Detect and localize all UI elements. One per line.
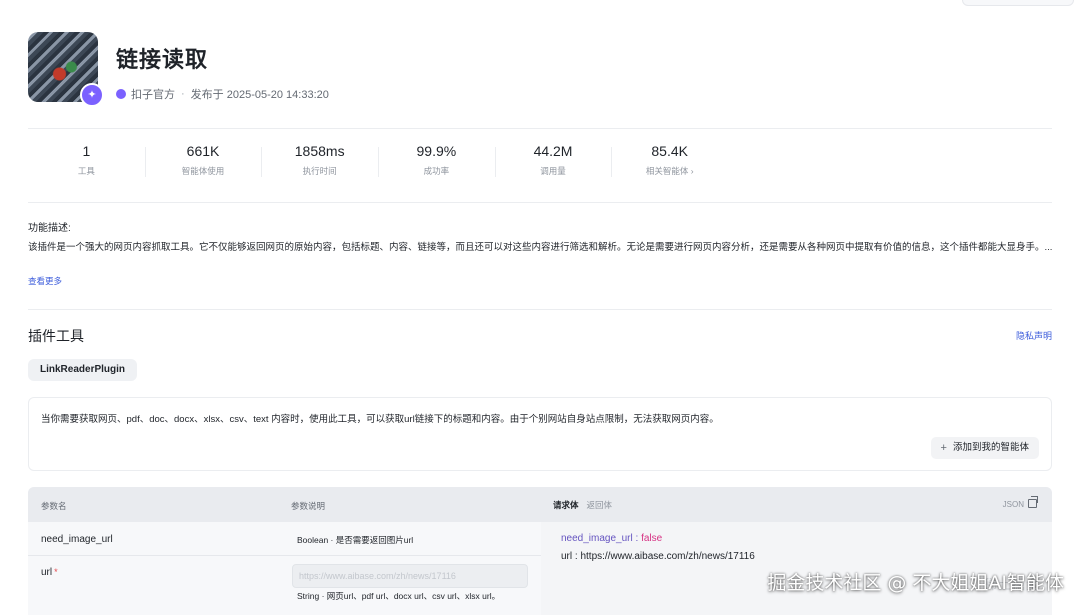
params-panel: 参数名 参数说明 请求体 返回体 JSON need_image_url Boo…	[28, 487, 1052, 615]
see-more-link[interactable]: 查看更多	[28, 275, 62, 287]
body-tabs: 请求体 返回体	[553, 499, 612, 511]
stat-value: 99.9%	[416, 143, 457, 159]
json-label: JSON	[1002, 500, 1024, 509]
stat-label: 智能体使用	[181, 166, 225, 176]
tool-card: 当你需要获取网页、pdf、doc、docx、xlsx、csv、text 内容时，…	[28, 397, 1052, 471]
param-name-need-image-url: need_image_url	[41, 534, 113, 545]
stat-value: 1	[82, 143, 91, 159]
json-value: false	[641, 533, 663, 544]
stat-label: 成功率	[423, 166, 450, 176]
column-header-name: 参数名	[41, 501, 67, 511]
plugin-title: 链接读取	[116, 47, 209, 72]
stat-agent-usage: 661K 智能体使用	[144, 143, 262, 177]
stat-value: 85.4K	[651, 143, 688, 159]
stat-success-rate: 99.9% 成功率	[378, 143, 495, 177]
stat-value: 1858ms	[294, 143, 345, 159]
tab-request-body[interactable]: 请求体	[553, 499, 579, 511]
stat-value: 44.2M	[533, 143, 573, 159]
required-star: *	[54, 567, 58, 577]
divider	[28, 309, 1052, 310]
stat-value: 661K	[186, 143, 220, 159]
stat-exec-time: 1858ms 执行时间	[261, 143, 378, 177]
author-name[interactable]: 扣子官方	[131, 86, 175, 102]
stat-related-agents[interactable]: 85.4K 相关智能体 ›	[611, 143, 728, 177]
add-to-agent-label: 添加到我的智能体	[952, 442, 1029, 453]
description-text: 该插件是一个强大的网页内容抓取工具。它不仅能够返回网页的原始内容，包括标题、内容…	[28, 242, 1053, 253]
json-key: need_image_url :	[561, 533, 642, 544]
param-desc-need-image-url: Boolean · 是否需要返回图片url	[297, 535, 414, 545]
url-input[interactable]	[292, 564, 528, 588]
stat-label[interactable]: 相关智能体 ›	[611, 165, 728, 177]
copy-icon[interactable]	[1028, 496, 1038, 508]
tab-response-body[interactable]: 返回体	[587, 499, 613, 511]
params-table: need_image_url Boolean · 是否需要返回图片url url…	[28, 522, 541, 615]
title-block: 链接读取 扣子官方 · 发布于 2025-05-20 14:33:20	[116, 32, 329, 102]
tools-heading: 插件工具	[28, 328, 84, 344]
watermark: 掘金技术社区 @ 不大姐姐AI智能体	[767, 572, 1064, 594]
add-to-agent-button[interactable]: + 添加到我的智能体	[930, 437, 1039, 459]
plugin-avatar: ✦	[28, 32, 104, 107]
separator: ·	[181, 88, 185, 100]
stats-bar: 1 工具 661K 智能体使用 1858ms 执行时间 99.9% 成功率 44…	[28, 143, 728, 177]
official-badge-icon: ✦	[80, 83, 104, 107]
stat-tools: 1 工具	[28, 143, 145, 177]
params-header: 参数名 参数说明 请求体 返回体 JSON	[28, 487, 1052, 522]
stat-label: 执行时间	[302, 166, 337, 176]
json-line-need-image-url: need_image_url : false	[561, 533, 662, 544]
tool-tab-linkreaderplugin[interactable]: LinkReaderPlugin	[28, 359, 138, 381]
author-icon	[116, 89, 126, 99]
divider	[28, 128, 1052, 129]
column-header-desc: 参数说明	[291, 501, 326, 511]
divider	[28, 202, 1052, 203]
stat-label: 工具	[77, 166, 95, 176]
row-divider	[28, 555, 541, 556]
top-right-control[interactable]	[962, 0, 1074, 6]
plugin-header: ✦ 链接读取 扣子官方 · 发布于 2025-05-20 14:33:20	[28, 32, 329, 107]
author-line: 扣子官方 · 发布于 2025-05-20 14:33:20	[116, 86, 329, 102]
stat-label: 调用量	[540, 166, 566, 176]
privacy-link[interactable]: 隐私声明	[1016, 329, 1052, 342]
tool-description: 当你需要获取网页、pdf、doc、docx、xlsx、csv、text 内容时，…	[41, 414, 719, 425]
plus-icon: +	[940, 442, 947, 454]
param-name-url-label: url	[41, 567, 53, 578]
published-date: 发布于 2025-05-20 14:33:20	[190, 89, 329, 101]
param-desc-url: String · 网页url、pdf url、docx url、csv url、…	[297, 591, 501, 601]
param-name-url: url *	[41, 567, 58, 578]
stat-call-volume: 44.2M 调用量	[494, 143, 612, 177]
json-line-url: url : https://www.aibase.com/zh/news/171…	[561, 551, 755, 562]
description-heading: 功能描述:	[28, 223, 71, 234]
